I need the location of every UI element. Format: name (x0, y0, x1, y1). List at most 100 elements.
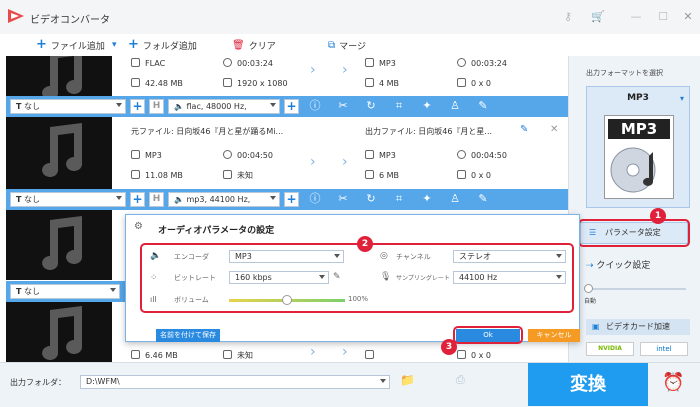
dst-resolution: 0 x 0 (457, 350, 491, 360)
add-subtitle-button[interactable]: + (130, 192, 145, 207)
src-size: 11.08 MB (131, 170, 183, 180)
dropdown-icon: ▾ (679, 94, 684, 103)
dst-size: 6 MB (365, 170, 399, 180)
hardsub-icon[interactable]: H (149, 99, 164, 114)
intel-logo: intel (640, 342, 688, 356)
output-folder-label: 出力フォルダ： (10, 378, 66, 387)
thumbnail (6, 302, 112, 362)
subtitle-select[interactable]: T なし (10, 284, 120, 299)
channel-select[interactable]: ステレオ (453, 250, 566, 263)
key-icon[interactable]: ⚷ (560, 10, 576, 24)
src-filename: 元ファイル: 日向坂46『月と星が踊るMi... (131, 127, 284, 136)
volume-slider-handle[interactable] (282, 295, 292, 305)
thumbnail (6, 117, 112, 189)
sample-rate-select[interactable]: 44100 Hz (453, 271, 566, 284)
arrow-right-icon: ⇢ (586, 261, 594, 271)
maximize-icon[interactable]: ☐ (655, 10, 671, 24)
folder-icon[interactable]: 📁 (400, 373, 415, 387)
item-toolbar: T なし (6, 281, 126, 302)
arrow-icon: › (310, 62, 316, 78)
crop-icon[interactable]: ⌗ (392, 99, 406, 113)
nvidia-logo: NVIDIA (586, 342, 634, 356)
dst-size (365, 350, 379, 360)
edit-bitrate-icon[interactable]: ✎ (333, 272, 341, 282)
quality-slider-handle[interactable] (584, 284, 593, 293)
quality-slider[interactable] (586, 288, 686, 290)
edit-icon[interactable]: ✎ (476, 192, 490, 206)
add-file-button[interactable]: + ファイル追加 (36, 38, 105, 52)
clear-button[interactable]: 🗑 クリア (232, 38, 276, 52)
merge-button[interactable]: ⧉ マージ (328, 38, 366, 52)
quick-setting[interactable]: ⇢ クイック設定 (586, 258, 650, 271)
gpu-acceleration-toggle[interactable]: ▣ ビデオカード加速 (586, 319, 690, 335)
step-badge-2: 2 (357, 236, 373, 252)
hardsub-icon[interactable]: H (149, 192, 164, 207)
cart-icon[interactable]: 🛒 (590, 10, 606, 24)
convert-button[interactable]: 変換 (528, 363, 648, 406)
crop-icon[interactable]: ⌗ (392, 192, 406, 206)
info-icon[interactable]: ⓘ (308, 99, 322, 113)
volume-label: ボリューム (174, 296, 209, 304)
effects-icon[interactable]: ✦ (420, 192, 434, 206)
rotate-icon[interactable]: ↻ (364, 192, 378, 206)
src-format: FLAC (131, 58, 165, 68)
channel-icon: ◎ (380, 251, 388, 261)
dst-format: MP3 (365, 150, 396, 160)
step-badge-3: 3 (441, 339, 457, 355)
alarm-clock-icon[interactable]: ⏰ (662, 372, 684, 393)
sample-rate-label: サンプリングレート (396, 275, 450, 282)
cancel-button[interactable]: キャンセル (528, 329, 580, 342)
effects-icon[interactable]: ✦ (420, 99, 434, 113)
format-card[interactable]: MP3 ▾ MP3 (586, 86, 690, 208)
rotate-icon[interactable]: ↻ (364, 99, 378, 113)
volume-value: 100% (348, 295, 369, 303)
src-size: 42.48 MB (131, 78, 183, 88)
audio-track-select[interactable]: 🔈 flac, 48000 Hz, (168, 99, 280, 114)
add-file-dropdown[interactable]: ▾ (112, 38, 117, 52)
dst-filename: 出力ファイル: 日向坂46『月と星... (365, 127, 493, 136)
add-subtitle-button[interactable]: + (130, 99, 145, 114)
dst-duration: 00:04:50 (457, 150, 507, 160)
rename-icon[interactable]: ✎ (520, 124, 528, 135)
add-folder-button[interactable]: + フォルダ追加 (128, 38, 197, 52)
arrow-icon: › (342, 154, 348, 170)
subtitle-select[interactable]: T なし (10, 192, 126, 207)
cut-icon[interactable]: ✂ (336, 99, 350, 113)
subtitle-select[interactable]: T なし (10, 99, 126, 114)
save-as-button[interactable]: 名前を付けて保存 (156, 329, 220, 342)
add-audio-button[interactable]: + (284, 99, 299, 114)
output-folder-input[interactable]: D:\WFM\ (80, 375, 390, 389)
remove-item-icon[interactable]: ✕ (550, 124, 558, 135)
edit-icon[interactable]: ✎ (476, 99, 490, 113)
watermark-icon[interactable]: ♙ (448, 192, 462, 206)
plus-icon: + (128, 37, 139, 52)
audio-track-select[interactable]: 🔈 mp3, 44100 Hz, (168, 192, 280, 207)
watermark-icon[interactable]: ♙ (448, 99, 462, 113)
bitrate-label: ビットレート (174, 274, 216, 282)
src-duration: 00:04:50 (223, 150, 273, 160)
gear-icon: ⚙ (134, 221, 143, 232)
bitrate-select[interactable]: 160 kbps (229, 271, 329, 284)
src-format: MP3 (131, 150, 162, 160)
close-icon[interactable]: ✕ (680, 10, 696, 24)
checkbox-icon: ▣ (592, 322, 600, 331)
arrow-icon: › (310, 154, 316, 170)
cut-icon[interactable]: ✂ (336, 192, 350, 206)
export-icon[interactable]: ⎙ (456, 373, 465, 387)
dst-duration: 00:03:24 (457, 58, 507, 68)
minimize-icon[interactable]: — (628, 10, 644, 24)
thumbnail (6, 56, 112, 96)
info-icon[interactable]: ⓘ (308, 192, 322, 206)
src-duration: 00:03:24 (223, 58, 273, 68)
src-size: 6.46 MB (131, 350, 178, 360)
trash-icon: 🗑 (232, 39, 245, 51)
bitrate-icon: ⁘ (150, 273, 158, 283)
encoder-select[interactable]: MP3 (229, 250, 344, 263)
src-resolution: 未知 (223, 350, 253, 361)
app-logo-icon (8, 9, 24, 23)
merge-icon: ⧉ (328, 39, 336, 51)
add-audio-button[interactable]: + (284, 192, 299, 207)
audio-parameter-dialog: ⚙ オーディオパラメータの設定 🔈 エンコーダ MP3 ⁘ ビットレート 160… (125, 214, 580, 344)
plus-icon: + (36, 37, 47, 52)
arrow-icon: › (342, 344, 348, 360)
